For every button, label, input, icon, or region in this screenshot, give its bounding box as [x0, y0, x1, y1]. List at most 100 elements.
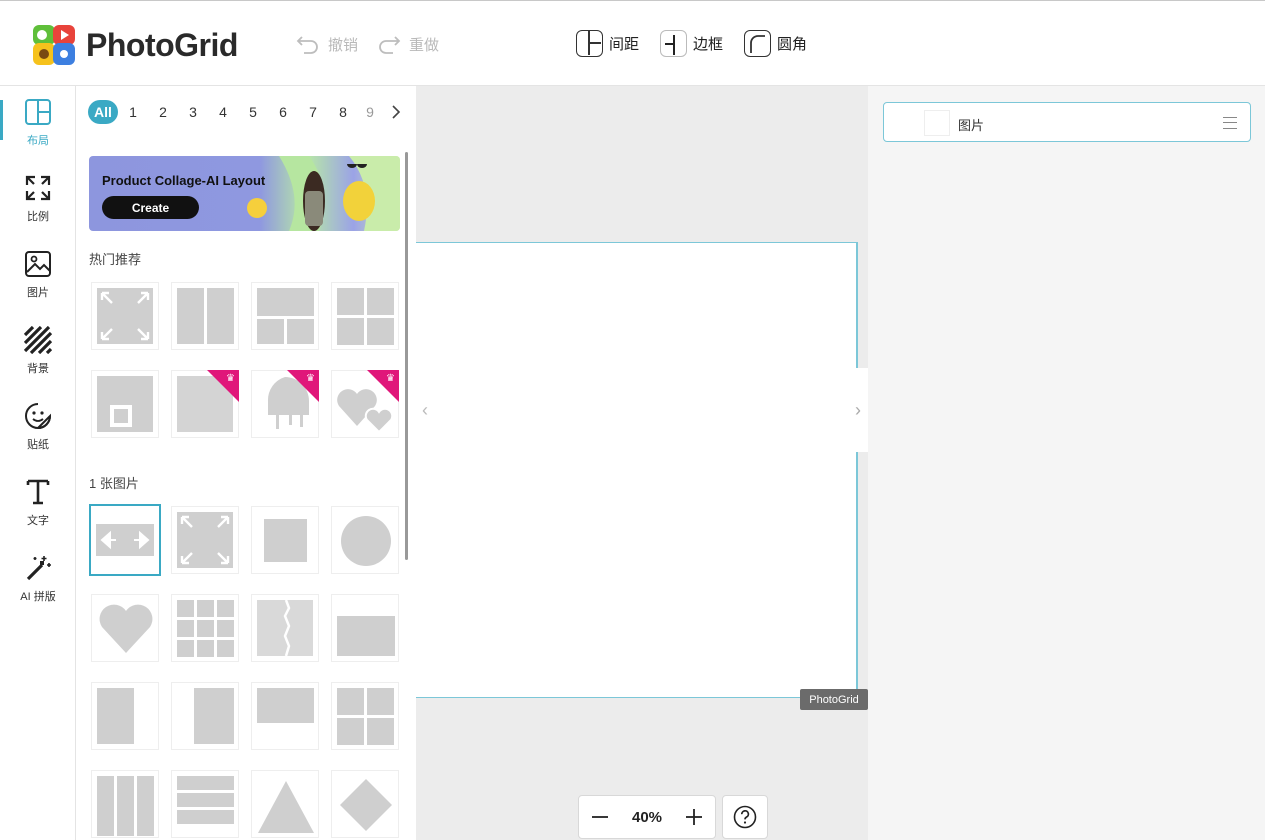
- torn-edge-shape: [283, 600, 291, 656]
- layout-tile[interactable]: [171, 682, 239, 750]
- banner-create-button[interactable]: Create: [102, 196, 199, 219]
- help-button[interactable]: [722, 795, 768, 839]
- sidebar-label-ratio: 比例: [27, 211, 49, 223]
- sidebar-item-ai-layout[interactable]: AI 拼版: [0, 542, 76, 614]
- layout-tile[interactable]: [331, 770, 399, 838]
- chevron-right-icon[interactable]: [388, 104, 404, 120]
- banner-illustration: [247, 156, 400, 231]
- layer-item[interactable]: 图片: [883, 102, 1251, 142]
- banner-title: Product Collage-AI Layout: [102, 173, 266, 188]
- layout-tile[interactable]: [171, 594, 239, 662]
- layout-tile[interactable]: [251, 282, 319, 350]
- page-button-4[interactable]: 4: [208, 104, 238, 120]
- corner-radius-icon: [744, 30, 771, 57]
- undo-label: 撤销: [328, 36, 359, 54]
- layout-tile[interactable]: [91, 370, 159, 438]
- layout-tile[interactable]: [331, 282, 399, 350]
- text-icon: [26, 479, 50, 505]
- sidebar-label-image: 图片: [27, 287, 49, 299]
- photogrid-watermark[interactable]: PhotoGrid: [800, 689, 868, 710]
- layer-label: 图片: [958, 118, 985, 133]
- horizontal-arrows-icon: [100, 530, 150, 550]
- layout-tile-premium[interactable]: ♛: [171, 370, 239, 438]
- page-button-7[interactable]: 7: [298, 104, 328, 120]
- layout-tile-premium[interactable]: ♛: [331, 370, 399, 438]
- page-button-6[interactable]: 6: [268, 104, 298, 120]
- sidebar-item-ratio[interactable]: 比例: [0, 162, 76, 234]
- app-name: PhotoGrid: [86, 26, 238, 63]
- layout-tile[interactable]: [251, 506, 319, 574]
- crown-icon: ♛: [386, 373, 395, 384]
- sidebar-item-text[interactable]: 文字: [0, 466, 76, 538]
- sidebar-label-sticker: 贴纸: [27, 439, 49, 451]
- layout-tile[interactable]: [171, 770, 239, 838]
- canvas-area: ‹ › PhotoGrid 40%: [416, 86, 868, 840]
- product-collage-banner[interactable]: Product Collage-AI Layout Create: [89, 156, 400, 231]
- redo-label: 重做: [409, 36, 440, 54]
- layout-tile[interactable]: [251, 770, 319, 838]
- layout-tile-selected[interactable]: [89, 504, 161, 576]
- triangle-shape: [258, 781, 314, 833]
- sidebar-label-layout: 布局: [27, 135, 49, 147]
- zoom-level: 40%: [631, 808, 663, 826]
- border-icon: [660, 30, 687, 57]
- magic-wand-icon: [26, 556, 51, 581]
- layout-tile[interactable]: [251, 594, 319, 662]
- crown-icon: ♛: [306, 373, 315, 384]
- page-button-3[interactable]: 3: [178, 104, 208, 120]
- layout-tile[interactable]: [91, 594, 159, 662]
- zoom-control: 40%: [578, 795, 716, 839]
- tool-sidebar: 布局 比例 图片 背景 贴纸 文字 AI 拼版: [0, 86, 76, 840]
- page-button-8[interactable]: 8: [328, 104, 358, 120]
- sidebar-item-layout[interactable]: 布局: [0, 86, 76, 158]
- section-title-one-photo: 1 张图片: [89, 476, 139, 491]
- border-label: 边框: [693, 36, 724, 53]
- page-all-button[interactable]: All: [88, 100, 118, 124]
- spacing-label: 间距: [609, 36, 640, 53]
- redo-icon: [379, 36, 401, 54]
- corner-radius-label: 圆角: [777, 36, 808, 53]
- sidebar-item-image[interactable]: 图片: [0, 238, 76, 310]
- layout-tile-premium[interactable]: ♛: [251, 370, 319, 438]
- background-icon: [24, 326, 52, 354]
- sidebar-item-sticker[interactable]: 贴纸: [0, 390, 76, 462]
- page-button-9[interactable]: 9: [358, 104, 382, 120]
- sticker-icon: [25, 403, 52, 429]
- sidebar-label-background: 背景: [27, 363, 49, 375]
- layout-icon: [25, 99, 51, 125]
- layout-tile[interactable]: [331, 506, 399, 574]
- panel-scrollbar[interactable]: [405, 152, 408, 560]
- canvas-next-arrow-icon[interactable]: ›: [848, 368, 868, 452]
- zoom-in-icon[interactable]: [685, 808, 703, 826]
- layout-page-selector: All 1 2 3 4 5 6 7 8 9: [88, 100, 404, 124]
- app-logo[interactable]: PhotoGrid: [33, 25, 238, 65]
- canvas-prev-arrow-icon[interactable]: ‹: [422, 400, 428, 421]
- help-icon: [733, 805, 757, 829]
- layout-tile[interactable]: [171, 282, 239, 350]
- page-button-5[interactable]: 5: [238, 104, 268, 120]
- sidebar-label-text: 文字: [27, 515, 49, 527]
- layout-tile[interactable]: [331, 594, 399, 662]
- image-icon: [25, 251, 51, 277]
- layout-tile[interactable]: [91, 282, 159, 350]
- layout-tile[interactable]: [171, 506, 239, 574]
- sidebar-item-background[interactable]: 背景: [0, 314, 76, 386]
- corner-radius-button[interactable]: 圆角: [744, 30, 807, 57]
- layout-tile[interactable]: [331, 682, 399, 750]
- redo-button[interactable]: 重做: [377, 33, 439, 55]
- diamond-shape: [340, 779, 392, 831]
- drag-handle-icon[interactable]: [1223, 117, 1237, 129]
- layout-tile[interactable]: [91, 770, 159, 838]
- border-button[interactable]: 边框: [660, 30, 723, 57]
- layout-tile[interactable]: [91, 682, 159, 750]
- heart-shape: [99, 604, 153, 653]
- layout-tile[interactable]: [251, 682, 319, 750]
- spacing-button[interactable]: 间距: [576, 30, 639, 57]
- collage-canvas[interactable]: [416, 242, 858, 698]
- page-button-2[interactable]: 2: [148, 104, 178, 120]
- zoom-out-icon[interactable]: [591, 808, 609, 826]
- expand-arrows-icon: [180, 515, 230, 565]
- page-button-1[interactable]: 1: [118, 104, 148, 120]
- undo-button[interactable]: 撤销: [296, 33, 358, 55]
- canvas-edge: [856, 242, 858, 698]
